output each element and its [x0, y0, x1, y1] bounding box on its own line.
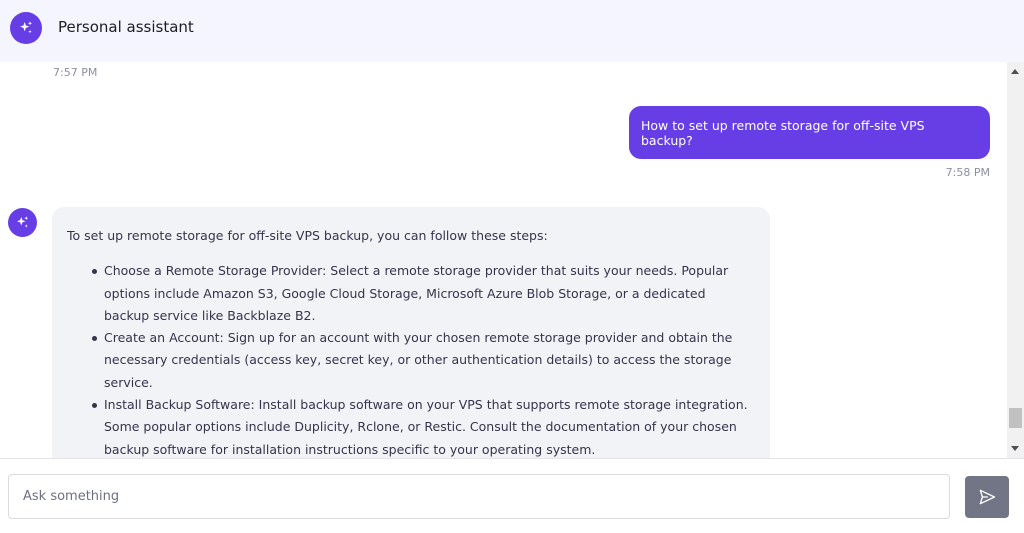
scroll-up-arrow-icon[interactable] — [1011, 69, 1019, 74]
message-list[interactable]: 7:57 PM How to set up remote storage for… — [0, 62, 1007, 458]
user-message-bubble: How to set up remote storage for off-sit… — [629, 106, 990, 159]
assistant-steps-list: Choose a Remote Storage Provider: Select… — [67, 260, 754, 458]
sparkles-icon — [16, 216, 29, 228]
scrollbar-thumb[interactable] — [1009, 408, 1022, 428]
user-message-timestamp: 7:58 PM — [945, 166, 990, 179]
composer — [0, 458, 1024, 533]
list-item: Create an Account: Sign up for an accoun… — [92, 327, 754, 394]
send-icon — [979, 489, 996, 505]
chat-header: Personal assistant — [0, 0, 1024, 62]
list-item: Install Backup Software: Install backup … — [92, 394, 754, 458]
scroll-down-arrow-icon[interactable] — [1011, 446, 1019, 451]
sparkles-icon — [20, 21, 32, 34]
assistant-avatar — [10, 12, 42, 44]
assistant-message-bubble: To set up remote storage for off-site VP… — [52, 207, 770, 458]
assistant-message-avatar — [8, 208, 37, 237]
message-input[interactable] — [8, 474, 950, 519]
send-button[interactable] — [965, 476, 1009, 518]
chat-scrollbar[interactable] — [1007, 62, 1024, 458]
list-item: Choose a Remote Storage Provider: Select… — [92, 260, 754, 327]
message-timestamp: 7:57 PM — [53, 66, 98, 79]
assistant-message-intro: To set up remote storage for off-site VP… — [67, 228, 548, 243]
page-title: Personal assistant — [58, 18, 194, 36]
